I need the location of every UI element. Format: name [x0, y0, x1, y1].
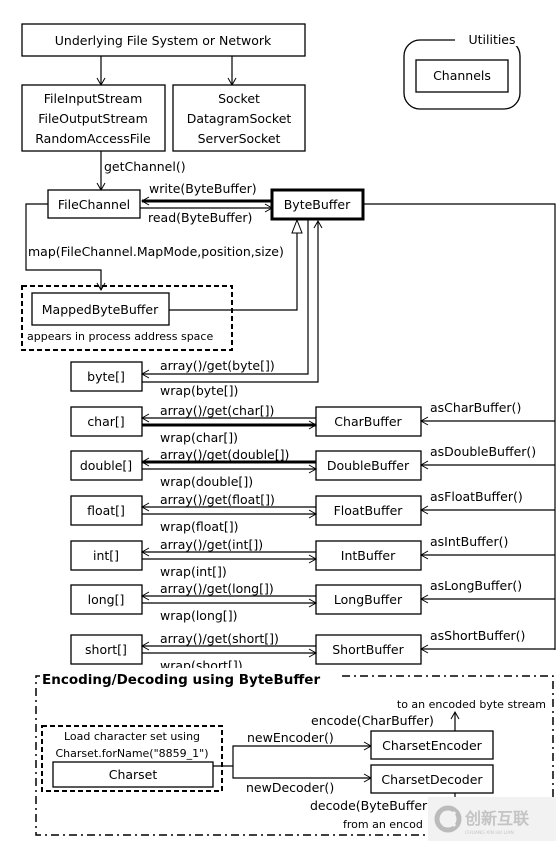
char-get-label: array()/get(char[])	[160, 403, 274, 418]
short-buffer-label: ShortBuffer	[332, 642, 404, 657]
watermark-text: 创新互联	[464, 809, 529, 828]
load-note-1: Load character set using	[64, 730, 200, 743]
file-channel-label: FileChannel	[58, 197, 130, 212]
new-decoder-label: newDecoder()	[246, 780, 334, 795]
mapped-byte-buffer-label: MappedByteBuffer	[42, 302, 159, 317]
long-wrap-label: wrap(long[])	[160, 608, 237, 623]
short-get-label: array()/get(short[])	[160, 631, 279, 646]
source-label: Underlying File System or Network	[55, 33, 272, 48]
file-input-stream: FileInputStream	[44, 91, 143, 106]
byte-buffer-label: ByteBuffer	[284, 197, 351, 212]
float-buffer-label: FloatBuffer	[334, 503, 404, 518]
new-encoder-label: newEncoder()	[247, 730, 334, 745]
double-get-label: array()/get(double[])	[160, 447, 289, 462]
mapped-note: appears in process address space	[27, 330, 213, 343]
datagram-socket: DatagramSocket	[187, 111, 292, 126]
byte-wrap-label: wrap(byte[])	[160, 383, 238, 398]
decode-label: decode(ByteBuffer	[310, 798, 428, 813]
to-stream-label: to an encoded byte stream	[397, 698, 546, 711]
char-array-label: char[]	[87, 414, 124, 429]
float-wrap-label: wrap(float[])	[160, 519, 239, 534]
charset-label: Charset	[109, 767, 158, 782]
long-buffer-label: LongBuffer	[334, 592, 403, 607]
channels-label: Channels	[433, 68, 491, 83]
long-array-label: long[]	[88, 592, 125, 607]
float-as-label: asFloatBuffer()	[430, 489, 523, 504]
map-label: map(FileChannel.MapMode,position,size)	[28, 244, 284, 259]
int-as-label: asIntBuffer()	[430, 534, 508, 549]
double-buffer-label: DoubleBuffer	[327, 458, 410, 473]
watermark-logo: 创新互联 CHUANG XIN HU LIAN	[428, 797, 556, 841]
encoding-title: Encoding/Decoding using ByteBuffer	[42, 672, 320, 688]
byte-array-label: byte[]	[87, 369, 125, 384]
int-wrap-label: wrap(int[])	[160, 564, 227, 579]
float-array-label: float[]	[87, 503, 125, 518]
socket: Socket	[218, 91, 260, 106]
server-socket: ServerSocket	[198, 131, 281, 146]
from-stream-label: from an encod	[343, 818, 423, 831]
int-get-label: array()/get(int[])	[160, 537, 263, 552]
encode-label: encode(CharBuffer)	[311, 713, 434, 728]
short-as-label: asShortBuffer()	[430, 628, 525, 643]
double-array-label: double[]	[80, 458, 132, 473]
file-output-stream: FileOutputStream	[38, 111, 148, 126]
nio-diagram: Underlying File System or Network FileIn…	[21, 23, 556, 841]
write-label: write(ByteBuffer)	[149, 181, 257, 196]
int-array-label: int[]	[93, 548, 119, 563]
load-note-2: Charset.forName("8859_1")	[56, 747, 209, 760]
read-label: read(ByteBuffer)	[148, 210, 252, 225]
long-as-label: asLongBuffer()	[430, 578, 522, 593]
char-as-label: asCharBuffer()	[430, 400, 521, 415]
char-buffer-label: CharBuffer	[334, 414, 402, 429]
charset-decoder-label: CharsetDecoder	[381, 772, 483, 787]
long-get-label: array()/get(long[])	[160, 581, 274, 596]
int-buffer-label: IntBuffer	[341, 548, 396, 563]
charset-encoder-label: CharsetEncoder	[382, 738, 483, 753]
byte-get-label: array()/get(byte[])	[160, 358, 275, 373]
double-as-label: asDoubleBuffer()	[430, 444, 536, 459]
get-channel-label: getChannel()	[104, 159, 186, 174]
float-get-label: array()/get(float[])	[160, 492, 275, 507]
utilities-label: Utilities	[468, 32, 515, 47]
short-array-label: short[]	[85, 642, 127, 657]
random-access-file: RandomAccessFile	[35, 131, 151, 146]
watermark-subtext: CHUANG XIN HU LIAN	[465, 830, 514, 836]
double-wrap-label: wrap(double[])	[160, 474, 253, 489]
char-wrap-label: wrap(char[])	[160, 430, 238, 445]
